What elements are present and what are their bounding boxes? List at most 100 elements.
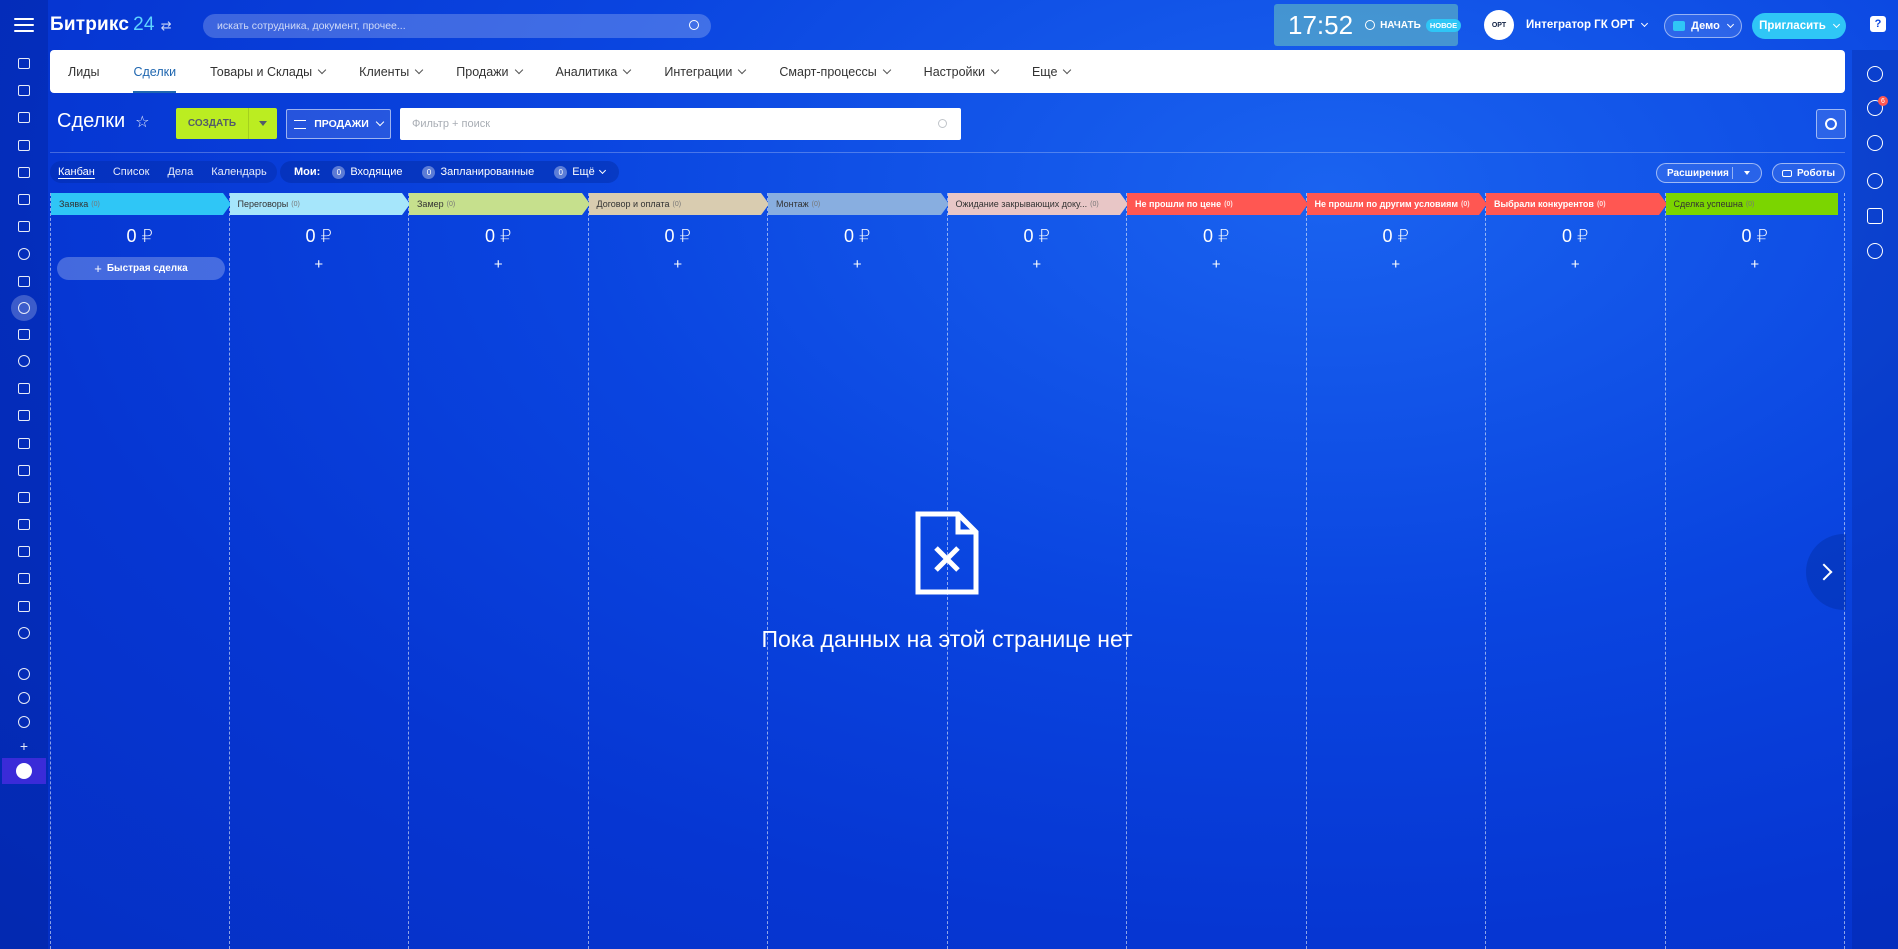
column-header[interactable]: Переговоры (0) (229, 193, 410, 215)
target-icon[interactable] (1867, 66, 1883, 82)
feed-icon[interactable] (10, 50, 38, 77)
menu-icon[interactable] (14, 18, 34, 34)
caret-down-icon[interactable] (1744, 171, 1750, 175)
calendar-icon[interactable] (10, 132, 38, 159)
nav-item-goods[interactable]: Товары и Склады (210, 50, 327, 93)
store-icon[interactable] (10, 321, 38, 348)
add-deal-button[interactable]: + (409, 256, 588, 273)
robots-button[interactable]: Роботы (1772, 163, 1845, 183)
logo-text: Битрикс (50, 14, 130, 35)
gear-icon[interactable] (10, 710, 38, 734)
add-deal-button[interactable]: + (230, 256, 409, 273)
filter-search-input[interactable]: Фильтр + поиск (400, 108, 961, 140)
column-header[interactable]: Монтаж (0) (768, 193, 949, 215)
sites-icon[interactable] (10, 565, 38, 592)
add-deal-button[interactable]: + (1666, 256, 1845, 273)
contact-card-icon[interactable] (10, 484, 38, 511)
column-header[interactable]: Ожидание закрывающих доку... (0) (947, 193, 1128, 215)
nav-item-deals[interactable]: Сделки (133, 50, 176, 93)
column-header[interactable]: Заявка (0) (51, 193, 231, 215)
settings-button[interactable] (1816, 109, 1846, 139)
incoming-label: Входящие (350, 166, 403, 178)
sign-icon[interactable] (10, 402, 38, 429)
help-icon[interactable] (10, 662, 38, 686)
create-button[interactable]: СОЗДАТЬ (176, 108, 277, 139)
nav-item-sales[interactable]: Продажи (456, 50, 523, 93)
chat-icon[interactable] (10, 104, 38, 131)
nav-item-clients[interactable]: Клиенты (359, 50, 424, 93)
mail-icon[interactable] (10, 213, 38, 240)
column-header[interactable]: Договор и оплата (0) (588, 193, 769, 215)
workday-widget[interactable]: 17:52 НАЧАТЬ НОВОЕ (1274, 4, 1462, 46)
counter-incoming[interactable]: 0 Входящие (332, 165, 403, 179)
demo-button[interactable]: Демо (1664, 14, 1742, 38)
column-header[interactable]: Выбрали конкурентов (0) (1486, 193, 1667, 215)
invite-label: Пригласить (1759, 20, 1826, 32)
pipeline-select-button[interactable]: ПРОДАЖИ (286, 109, 391, 139)
counter-more[interactable]: 0 Ещё (554, 165, 606, 179)
target-icon[interactable] (10, 348, 38, 375)
demo-label: Демо (1691, 20, 1720, 32)
analytics-icon[interactable] (10, 457, 38, 484)
add-deal-button[interactable]: + (768, 256, 947, 273)
nav-item-analytics[interactable]: Аналитика (556, 50, 632, 93)
nav-item-leads[interactable]: Лиды (68, 50, 99, 93)
cart-icon[interactable] (10, 375, 38, 402)
caret-down-icon (259, 121, 267, 126)
documents-icon[interactable] (10, 159, 38, 186)
view-calendar[interactable]: Календарь (211, 166, 267, 178)
search-icon[interactable] (689, 20, 699, 30)
search-icon[interactable] (1867, 173, 1883, 189)
view-activities[interactable]: Дела (167, 166, 193, 178)
tasks-icon[interactable] (10, 77, 38, 104)
quick-deal-button[interactable]: + Быстрая сделка (57, 257, 225, 280)
more-icon[interactable] (10, 620, 38, 647)
add-deal-button[interactable]: + (948, 256, 1127, 273)
column-sum: 0 ₽ (1203, 226, 1230, 246)
create-dropdown-button[interactable] (248, 108, 277, 139)
messenger-icon[interactable] (1867, 135, 1883, 151)
drive-icon[interactable] (10, 186, 38, 213)
invite-button[interactable]: Пригласить (1752, 13, 1846, 39)
crown-icon[interactable] (2, 758, 46, 784)
column-header[interactable]: Сделка успешна (0) (1665, 193, 1838, 215)
add-deal-button[interactable]: + (1486, 256, 1665, 273)
nav-label: Интеграции (664, 64, 733, 79)
plus-icon[interactable]: + (10, 734, 38, 758)
checklist-icon[interactable] (10, 268, 38, 295)
column-header[interactable]: Не прошли по цене (0) (1127, 193, 1308, 215)
logo[interactable]: Битрикс 24 ⇄ (50, 14, 172, 36)
crm-icon[interactable] (11, 294, 37, 321)
search-icon[interactable] (938, 119, 947, 128)
column-header[interactable]: Не прошли по другим условиям (0) (1306, 193, 1487, 215)
star-icon[interactable]: ☆ (135, 112, 149, 132)
column-header[interactable]: Замер (0) (409, 193, 590, 215)
code-icon[interactable] (10, 593, 38, 620)
add-deal-button[interactable]: + (1307, 256, 1486, 273)
box-icon[interactable] (10, 538, 38, 565)
counter-planned[interactable]: 0 Запланированные (422, 165, 534, 179)
notes-icon[interactable] (1867, 208, 1883, 224)
structure-icon[interactable] (10, 686, 38, 710)
view-list[interactable]: Список (113, 166, 150, 178)
extensions-button[interactable]: Расширения (1656, 163, 1762, 183)
incoming-count: 0 (332, 165, 346, 179)
start-workday-button[interactable]: НАЧАТЬ НОВОЕ (1365, 18, 1462, 32)
robot-icon[interactable] (10, 511, 38, 538)
user-menu[interactable]: ОРТ Интегратор ГК ОРТ (1484, 10, 1649, 40)
nav-item-integrations[interactable]: Интеграции (664, 50, 747, 93)
pen-icon[interactable] (10, 429, 38, 456)
column-sum: 0 ₽ (485, 226, 512, 246)
switch-icon[interactable]: ⇄ (161, 18, 172, 33)
global-search-input[interactable]: искать сотрудника, документ, прочее... (203, 14, 711, 38)
nav-item-settings[interactable]: Настройки (924, 50, 1000, 93)
nav-item-more[interactable]: Еще (1032, 50, 1072, 93)
contact-avatar-icon[interactable] (1867, 243, 1883, 259)
view-kanban[interactable]: Канбан (58, 166, 95, 178)
add-deal-button[interactable]: + (589, 256, 768, 273)
chevron-down-icon (1832, 20, 1840, 28)
groups-icon[interactable] (10, 240, 38, 267)
nav-item-smart-processes[interactable]: Смарт-процессы (779, 50, 891, 93)
help-button[interactable]: ? (1870, 16, 1886, 32)
add-deal-button[interactable]: + (1127, 256, 1306, 273)
